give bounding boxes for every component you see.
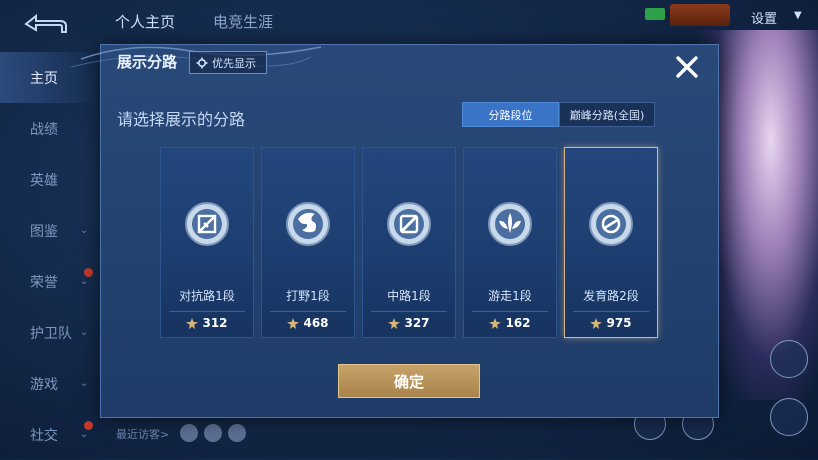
lane-card[interactable]: 打野1段 468 xyxy=(261,147,355,338)
lane-type-toggle: 分路段位 巅峰分路(全国) xyxy=(462,102,655,127)
avatar[interactable] xyxy=(204,424,222,442)
roam-icon xyxy=(488,202,532,246)
settings-button[interactable]: 设置 xyxy=(751,8,777,27)
lane-score: 975 xyxy=(565,316,657,330)
lane-card[interactable]: 游走1段 162 xyxy=(463,147,557,338)
confirm-button[interactable]: 确定 xyxy=(338,364,480,398)
hero-action-button[interactable] xyxy=(770,340,808,378)
avatar[interactable] xyxy=(228,424,246,442)
lane-score-value: 975 xyxy=(606,316,632,330)
close-button[interactable] xyxy=(669,49,705,85)
chevron-down-icon: ⌄ xyxy=(80,276,89,287)
divider xyxy=(371,311,447,312)
sidebar-item-label: 主页 xyxy=(30,70,58,87)
sidebar-item-label: 战绩 xyxy=(30,121,58,138)
lane-score: 468 xyxy=(262,316,354,330)
lane-card-label: 发育路2段 xyxy=(583,289,639,303)
chevron-down-icon: ⌄ xyxy=(80,378,89,389)
divider xyxy=(573,311,649,312)
lane-card-list: 对抗路1段 312 打野1段 468 中路1段 327 游走1段 162 发育路… xyxy=(160,147,658,338)
sidebar-item-heroes[interactable]: 英雄 xyxy=(0,154,100,205)
lane-card-selected[interactable]: 发育路2段 975 xyxy=(564,147,658,338)
mid-lane-icon xyxy=(387,202,431,246)
divider xyxy=(169,311,245,312)
priority-display-button[interactable]: 优先显示 xyxy=(189,51,267,74)
avatar[interactable] xyxy=(180,424,198,442)
lane-score: 327 xyxy=(363,316,455,330)
tab-lane-rank[interactable]: 分路段位 xyxy=(462,102,559,127)
sidebar-item-label: 图鉴 xyxy=(30,223,58,240)
tab-esports-career[interactable]: 电竞生涯 xyxy=(213,11,273,32)
sidebar-item-guard[interactable]: 护卫队 ⌄ xyxy=(0,307,100,358)
close-icon xyxy=(676,56,698,78)
priority-display-label: 优先显示 xyxy=(212,56,256,70)
sidebar-item-honor[interactable]: 荣誉 ⌄ xyxy=(0,256,100,307)
farm-lane-icon xyxy=(589,202,633,246)
sidebar-item-codex[interactable]: 图鉴 ⌄ xyxy=(0,205,100,256)
sidebar-item-game[interactable]: 游戏 ⌄ xyxy=(0,358,100,409)
sidebar-item-label: 社交 xyxy=(30,427,58,444)
lane-card-label: 打野1段 xyxy=(286,289,330,303)
display-lane-dialog: 展示分路 优先显示 请选择展示的分路 分路段位 巅峰分路(全国) 对抗路1段 3… xyxy=(71,44,719,418)
event-badge[interactable] xyxy=(670,4,730,26)
lane-card-label: 游走1段 xyxy=(488,289,532,303)
lane-score: 312 xyxy=(161,316,253,330)
rank-points-icon xyxy=(186,317,199,329)
rank-points-icon xyxy=(388,317,401,329)
lane-score: 162 xyxy=(464,316,556,330)
rank-points-icon xyxy=(287,317,300,329)
top-tabs: 个人主页 电竞生涯 xyxy=(115,11,273,32)
back-arrow-icon[interactable] xyxy=(22,12,68,36)
sidebar-item-label: 英雄 xyxy=(30,172,58,189)
lane-score-value: 312 xyxy=(202,316,228,330)
rank-points-icon xyxy=(489,317,502,329)
sidebar-item-label: 护卫队 xyxy=(30,325,72,342)
network-status-icon xyxy=(645,8,665,20)
gear-icon xyxy=(196,57,208,68)
sidebar-item-label: 荣誉 xyxy=(30,274,58,291)
chevron-down-icon: ⌄ xyxy=(80,429,89,440)
lane-score-value: 327 xyxy=(404,316,430,330)
sidebar-item-record[interactable]: 战绩 xyxy=(0,103,100,154)
tab-peak-lane-national[interactable]: 巅峰分路(全国) xyxy=(559,102,655,127)
sidebar-item-social[interactable]: 社交 ⌄ xyxy=(0,409,100,460)
lane-card-label: 中路1段 xyxy=(387,289,431,303)
lane-card[interactable]: 中路1段 327 xyxy=(362,147,456,338)
lane-select-prompt: 请选择展示的分路 xyxy=(117,110,246,129)
lane-card[interactable]: 对抗路1段 312 xyxy=(160,147,254,338)
tab-personal-home[interactable]: 个人主页 xyxy=(115,11,175,32)
chevron-down-icon[interactable]: ▼ xyxy=(794,10,802,21)
jungle-icon xyxy=(286,202,330,246)
chevron-down-icon: ⌄ xyxy=(80,327,89,338)
clash-lane-icon xyxy=(185,202,229,246)
lane-card-label: 对抗路1段 xyxy=(179,289,235,303)
lane-score-value: 162 xyxy=(505,316,531,330)
chevron-down-icon: ⌄ xyxy=(80,225,89,236)
sidebar: 主页 战绩 英雄 图鉴 ⌄ 荣誉 ⌄ 护卫队 ⌄ 游戏 ⌄ 社交 ⌄ xyxy=(0,52,100,460)
divider xyxy=(270,311,346,312)
hero-action-button[interactable] xyxy=(770,398,808,436)
sidebar-item-label: 游戏 xyxy=(30,376,58,393)
rank-points-icon xyxy=(590,317,603,329)
lane-score-value: 468 xyxy=(303,316,329,330)
divider xyxy=(472,311,548,312)
dialog-title: 展示分路 xyxy=(117,53,178,71)
recent-visitors-link[interactable]: 最近访客> xyxy=(116,426,169,442)
